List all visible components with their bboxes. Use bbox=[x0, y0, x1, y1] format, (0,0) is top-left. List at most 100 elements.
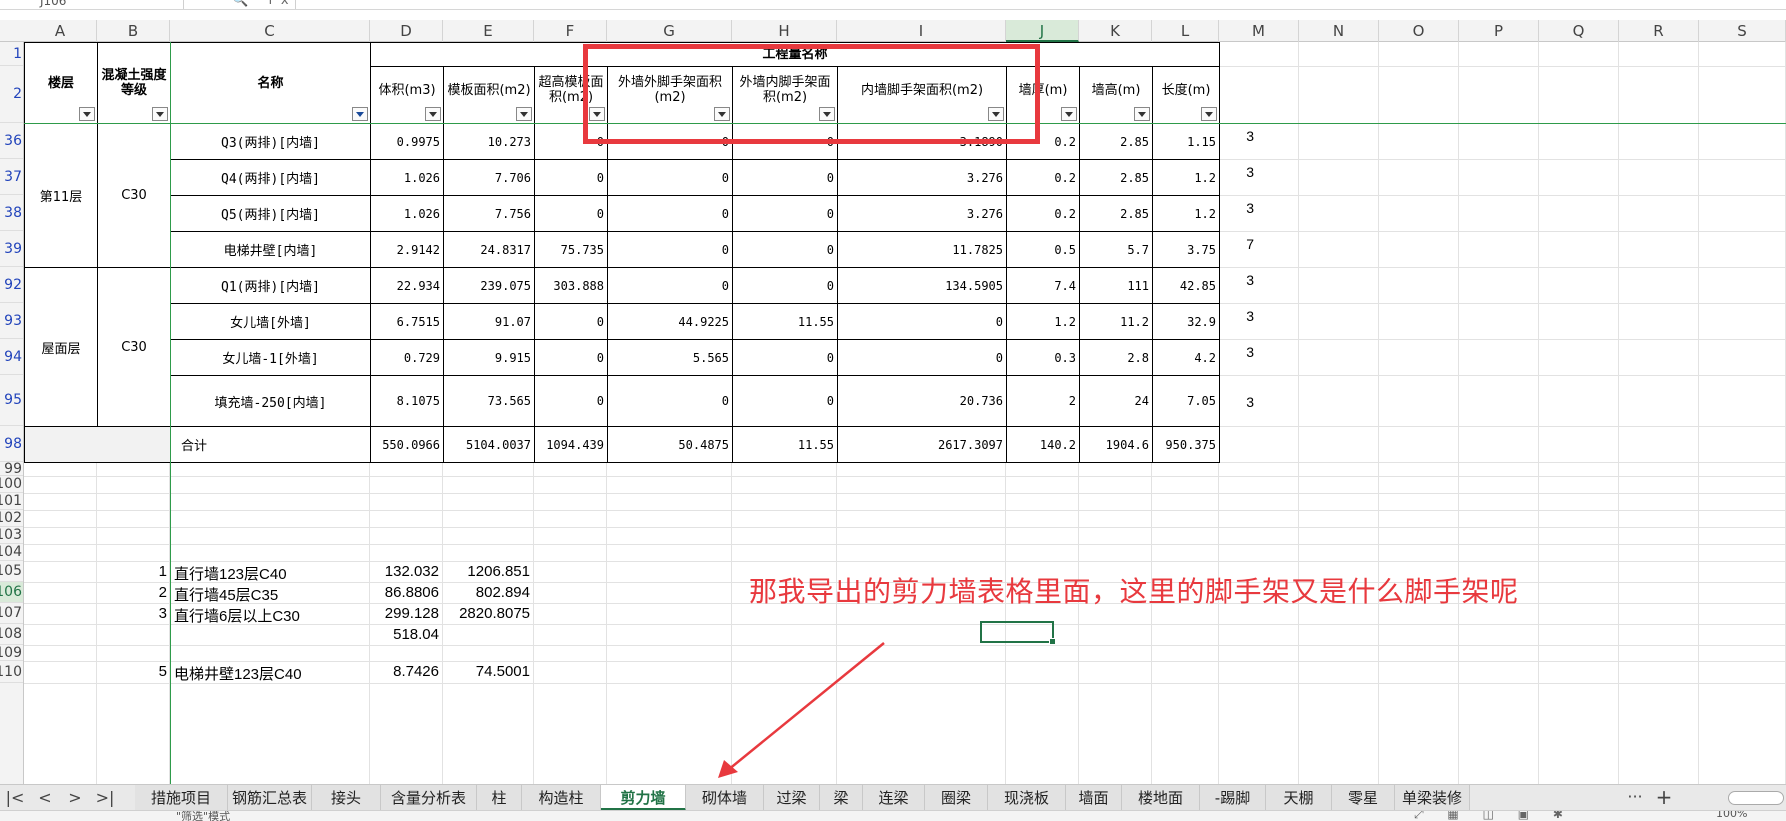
filter-dropdown-icon[interactable] bbox=[1201, 107, 1217, 121]
column-m-value[interactable]: 3 bbox=[1224, 200, 1254, 216]
more-tabs-icon[interactable]: ··· bbox=[1621, 785, 1649, 811]
row-header-37[interactable]: 37 bbox=[0, 159, 23, 195]
row-header-92[interactable]: 92 bbox=[0, 267, 23, 303]
column-header-i[interactable]: I bbox=[837, 20, 1006, 42]
lower-index[interactable]: 1 bbox=[120, 563, 167, 580]
sheet-tab[interactable]: 措施项目 bbox=[135, 785, 228, 811]
column-header-p[interactable]: P bbox=[1459, 20, 1539, 42]
table-row[interactable]: 女儿墙[外墙] 6.7515 91.07 0 44.9225 11.55 0 1.2 11.2 3… bbox=[25, 303, 1220, 340]
column-m-value[interactable]: 3 bbox=[1224, 344, 1254, 360]
row-header-105[interactable]: 105 bbox=[0, 561, 23, 582]
lower-formwork[interactable]: 2820.8075 bbox=[443, 605, 530, 622]
row-header-95[interactable]: 95 bbox=[0, 375, 23, 426]
lower-formwork[interactable]: 1206.851 bbox=[443, 563, 530, 580]
sheet-tab[interactable]: 天棚 bbox=[1266, 785, 1332, 811]
sheet-tab[interactable]: 含量分析表 bbox=[381, 785, 477, 811]
sheet-tab[interactable]: 构造柱 bbox=[522, 785, 601, 811]
name-box[interactable]: J106 bbox=[0, 0, 180, 9]
lower-volume[interactable]: 518.04 bbox=[370, 626, 439, 643]
zoom-level[interactable]: 100% bbox=[1716, 811, 1747, 820]
column-m-value[interactable]: 7 bbox=[1224, 236, 1254, 252]
sheet-tab[interactable]: 梁 bbox=[820, 785, 863, 811]
sheet-tab[interactable]: 圈梁 bbox=[925, 785, 988, 811]
lower-name[interactable]: 电梯井壁123层C40 bbox=[174, 663, 370, 684]
row-header-102[interactable]: 102 bbox=[0, 510, 23, 527]
lower-formwork[interactable]: 74.5001 bbox=[443, 663, 530, 680]
formula-input[interactable] bbox=[295, 0, 1786, 9]
add-sheet-icon[interactable]: + bbox=[1652, 785, 1676, 811]
row-header-38[interactable]: 38 bbox=[0, 195, 23, 231]
column-header-r[interactable]: R bbox=[1619, 20, 1699, 42]
lower-volume[interactable]: 299.128 bbox=[370, 605, 439, 622]
sheet-tab[interactable]: 钢筋汇总表 bbox=[228, 785, 312, 811]
filter-dropdown-icon[interactable] bbox=[516, 107, 532, 121]
sheet-tab[interactable]: 接头 bbox=[312, 785, 381, 811]
column-header-h[interactable]: H bbox=[732, 20, 837, 42]
first-sheet-icon[interactable]: |< bbox=[4, 787, 26, 809]
row-header-1[interactable]: 1 bbox=[0, 42, 23, 66]
column-header-j[interactable]: J bbox=[1006, 20, 1079, 42]
lower-index[interactable]: 3 bbox=[120, 605, 167, 622]
lower-name[interactable]: 直行墙45层C35 bbox=[174, 584, 370, 605]
last-sheet-icon[interactable]: >| bbox=[94, 787, 116, 809]
lower-index[interactable]: 2 bbox=[120, 584, 167, 601]
filter-dropdown-icon[interactable] bbox=[152, 107, 168, 121]
lower-volume[interactable]: 86.8806 bbox=[370, 584, 439, 601]
total-row[interactable]: 合计 550.0966 5104.0037 1094.439 50.4875 11.55 2… bbox=[24, 426, 1220, 463]
sheet-tab[interactable]: 柱 bbox=[477, 785, 522, 811]
next-sheet-icon[interactable]: > bbox=[64, 787, 86, 809]
filter-dropdown-icon[interactable] bbox=[1061, 107, 1077, 121]
column-header-c[interactable]: C bbox=[170, 20, 370, 42]
row-header-2[interactable]: 2 bbox=[0, 66, 23, 123]
sheet-tab[interactable]: 现浇板 bbox=[988, 785, 1066, 811]
row-header-107[interactable]: 107 bbox=[0, 603, 23, 624]
filter-dropdown-icon[interactable] bbox=[425, 107, 441, 121]
column-header-m[interactable]: M bbox=[1219, 20, 1299, 42]
horizontal-scrollbar[interactable] bbox=[1728, 791, 1784, 805]
sheet-tab[interactable]: 楼地面 bbox=[1122, 785, 1200, 811]
column-m-value[interactable]: 3 bbox=[1224, 394, 1254, 410]
column-header-q[interactable]: Q bbox=[1539, 20, 1619, 42]
filter-dropdown-icon[interactable] bbox=[352, 107, 368, 121]
column-header-f[interactable]: F bbox=[534, 20, 607, 42]
sheet-tab[interactable]: 剪力墙 bbox=[601, 785, 686, 811]
row-header-110[interactable]: 110 bbox=[0, 661, 23, 683]
column-header-e[interactable]: E bbox=[443, 20, 534, 42]
column-m-value[interactable]: 3 bbox=[1224, 164, 1254, 180]
row-header-100[interactable]: 100 bbox=[0, 476, 23, 493]
row-header-93[interactable]: 93 bbox=[0, 303, 23, 339]
table-row[interactable]: 屋面层 C30 Q1(两排)[内墙] 22.934 239.075 303.888 0 0 13… bbox=[24, 267, 1220, 427]
lower-formwork[interactable]: 802.894 bbox=[443, 584, 530, 601]
row-header-39[interactable]: 39 bbox=[0, 231, 23, 267]
lower-index[interactable]: 5 bbox=[120, 663, 167, 680]
column-header-a[interactable]: A bbox=[24, 20, 97, 42]
column-header-k[interactable]: K bbox=[1079, 20, 1152, 42]
row-header-101[interactable]: 101 bbox=[0, 493, 23, 510]
column-m-value[interactable]: 3 bbox=[1224, 128, 1254, 144]
sheet-tab[interactable]: 连梁 bbox=[863, 785, 925, 811]
column-header-g[interactable]: G bbox=[607, 20, 732, 42]
column-header-s[interactable]: S bbox=[1699, 20, 1786, 42]
prev-sheet-icon[interactable]: < bbox=[34, 787, 56, 809]
lower-volume[interactable]: 8.7426 bbox=[370, 663, 439, 680]
lower-volume[interactable]: 132.032 bbox=[370, 563, 439, 580]
sheet-tab[interactable]: 墙面 bbox=[1066, 785, 1122, 811]
lower-name[interactable]: 直行墙123层C40 bbox=[174, 563, 370, 584]
row-header-99[interactable]: 99 bbox=[0, 462, 23, 476]
lower-name[interactable]: 直行墙6层以上C30 bbox=[174, 605, 370, 626]
filter-dropdown-icon[interactable] bbox=[1134, 107, 1150, 121]
column-m-value[interactable]: 3 bbox=[1224, 308, 1254, 324]
formula-icons[interactable]: 🔍 fx bbox=[232, 0, 297, 8]
column-header-b[interactable]: B bbox=[97, 20, 170, 42]
column-header-l[interactable]: L bbox=[1152, 20, 1219, 42]
sheet-grid[interactable]: 楼层 混凝土强度等级 名称 工程量名称 体积(m3) 模板面积(m2) 超高模板面积(m2)… bbox=[24, 42, 1786, 784]
table-row[interactable]: 电梯井壁[内墙] 2.9142 24.8317 75.735 0 0 11.7825 0.5 5… bbox=[25, 231, 1220, 268]
column-m-value[interactable]: 3 bbox=[1224, 272, 1254, 288]
sheet-tab[interactable]: 砌体墙 bbox=[686, 785, 764, 811]
table-row[interactable]: 女儿墙-1[外墙] 0.729 9.915 0 5.565 0 0 0.3 2.8 4.2 bbox=[25, 339, 1220, 376]
sheet-tab[interactable]: 单梁装修 bbox=[1395, 785, 1470, 811]
column-header-d[interactable]: D bbox=[370, 20, 443, 42]
table-row[interactable]: Q5(两排)[内墙] 1.026 7.756 0 0 0 3.276 0.2 2.85 1.2 bbox=[25, 195, 1220, 232]
row-header-94[interactable]: 94 bbox=[0, 339, 23, 375]
row-header-108[interactable]: 108 bbox=[0, 624, 23, 645]
